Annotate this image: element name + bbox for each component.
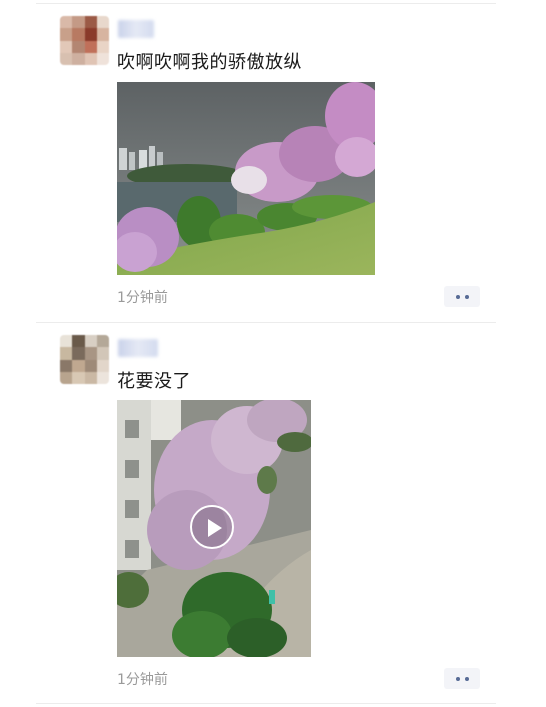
post-timestamp: 1分钟前 — [117, 672, 168, 688]
post-photo[interactable] — [117, 82, 375, 275]
feed-divider — [36, 3, 496, 4]
username-obscured[interactable] — [118, 339, 158, 357]
more-dots-icon — [455, 294, 460, 299]
post-text: 吹啊吹啊我的骄傲放纵 — [117, 52, 302, 73]
post-video[interactable] — [117, 400, 311, 657]
feed-divider — [36, 322, 496, 323]
username-obscured[interactable] — [118, 20, 154, 38]
avatar[interactable] — [60, 335, 109, 384]
play-icon — [208, 519, 222, 537]
post-timestamp: 1分钟前 — [117, 290, 168, 306]
more-button[interactable] — [444, 668, 480, 689]
post-text: 花要没了 — [117, 371, 191, 392]
play-button[interactable] — [190, 505, 234, 549]
feed-divider — [36, 703, 496, 704]
avatar[interactable] — [60, 16, 109, 65]
more-dots-icon — [455, 676, 460, 681]
more-button[interactable] — [444, 286, 480, 307]
